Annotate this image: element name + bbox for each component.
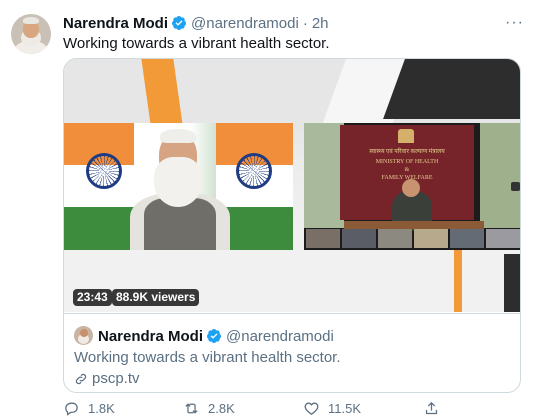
viewer-count-badge: 88.9K viewers xyxy=(112,289,200,306)
participant-thumbnail xyxy=(486,229,520,248)
minister-head xyxy=(402,179,420,197)
avatar[interactable] xyxy=(11,14,51,54)
tweet-actions: 1.8K 2.8K 11.5K xyxy=(63,399,463,417)
dark-stripe xyxy=(383,59,520,119)
share-icon xyxy=(425,401,438,414)
wall-left xyxy=(304,123,344,228)
video-player[interactable]: स्वास्थ्य एवं परिवार कल्याण मंत्रालय MIN… xyxy=(64,59,520,312)
tweet-time[interactable]: 2h xyxy=(312,15,329,32)
video-duration-badge: 23:43 xyxy=(73,289,112,306)
tweet-header: Narendra Modi @narendramodi · 2h xyxy=(63,13,329,33)
more-icon: ··· xyxy=(505,14,524,31)
retweet-icon xyxy=(185,402,198,414)
participant-thumbnail xyxy=(342,229,376,248)
verified-icon xyxy=(171,15,187,31)
verified-icon xyxy=(206,328,222,344)
card-link-text: pscp.tv xyxy=(92,370,140,387)
speaker-hair xyxy=(160,129,196,143)
card-link[interactable]: pscp.tv xyxy=(74,369,140,389)
reply-icon xyxy=(65,402,78,416)
broadcast-card[interactable]: स्वास्थ्य एवं परिवार कल्याण मंत्रालय MIN… xyxy=(63,58,521,393)
card-details[interactable]: Narendra Modi @narendramodi Working towa… xyxy=(64,313,520,392)
card-header: Narendra Modi @narendramodi xyxy=(98,326,334,346)
participant-thumbnails xyxy=(304,229,520,250)
card-author-handle: @narendramodi xyxy=(226,327,334,345)
retweet-button[interactable]: 2.8K xyxy=(183,399,283,417)
video-feed-right: स्वास्थ्य एवं परिवार कल्याण मंत्रालय MIN… xyxy=(304,123,520,250)
card-avatar xyxy=(74,326,93,345)
speaker-beard xyxy=(154,157,202,207)
share-button[interactable] xyxy=(423,399,463,417)
more-options-button[interactable]: ··· xyxy=(505,14,525,34)
card-author-name: Narendra Modi xyxy=(98,327,204,345)
author-name[interactable]: Narendra Modi xyxy=(63,15,168,32)
like-count: 11.5K xyxy=(328,400,362,416)
card-avatar-face xyxy=(80,329,88,337)
link-icon xyxy=(74,372,88,386)
participant-thumbnail xyxy=(414,229,448,248)
chakra-icon xyxy=(236,153,272,189)
board-text-hindi: स्वास्थ्य एवं परिवार कल्याण मंत्रालय xyxy=(369,149,445,155)
separator-dot: · xyxy=(302,14,308,32)
chakra-icon xyxy=(86,153,122,189)
board-text-ampersand: & xyxy=(404,167,410,173)
avatar-hair xyxy=(23,17,39,24)
wall-right xyxy=(480,123,520,228)
orange-bottom-stripe xyxy=(454,249,462,312)
dark-bottom-stripe xyxy=(504,254,520,312)
video-feed-left xyxy=(64,123,293,250)
participant-thumbnail xyxy=(450,229,484,248)
board-text-ministry: MINISTRY OF HEALTH xyxy=(375,159,439,165)
reply-count: 1.8K xyxy=(88,400,115,416)
tweet-text: Working towards a vibrant health sector. xyxy=(63,35,330,52)
like-button[interactable]: 11.5K xyxy=(303,399,403,417)
card-text: Working towards a vibrant health sector. xyxy=(74,349,341,366)
participant-thumbnail xyxy=(306,229,340,248)
emblem-icon xyxy=(398,129,414,143)
scroll-handle[interactable] xyxy=(511,182,520,191)
reply-button[interactable]: 1.8K xyxy=(63,399,163,417)
desk xyxy=(344,221,484,229)
author-handle[interactable]: @narendramodi xyxy=(191,15,299,32)
tweet[interactable]: Narendra Modi @narendramodi · 2h ··· Wor… xyxy=(0,0,533,416)
retweet-count: 2.8K xyxy=(208,400,235,416)
participant-thumbnail xyxy=(378,229,412,248)
heart-icon xyxy=(304,402,319,415)
